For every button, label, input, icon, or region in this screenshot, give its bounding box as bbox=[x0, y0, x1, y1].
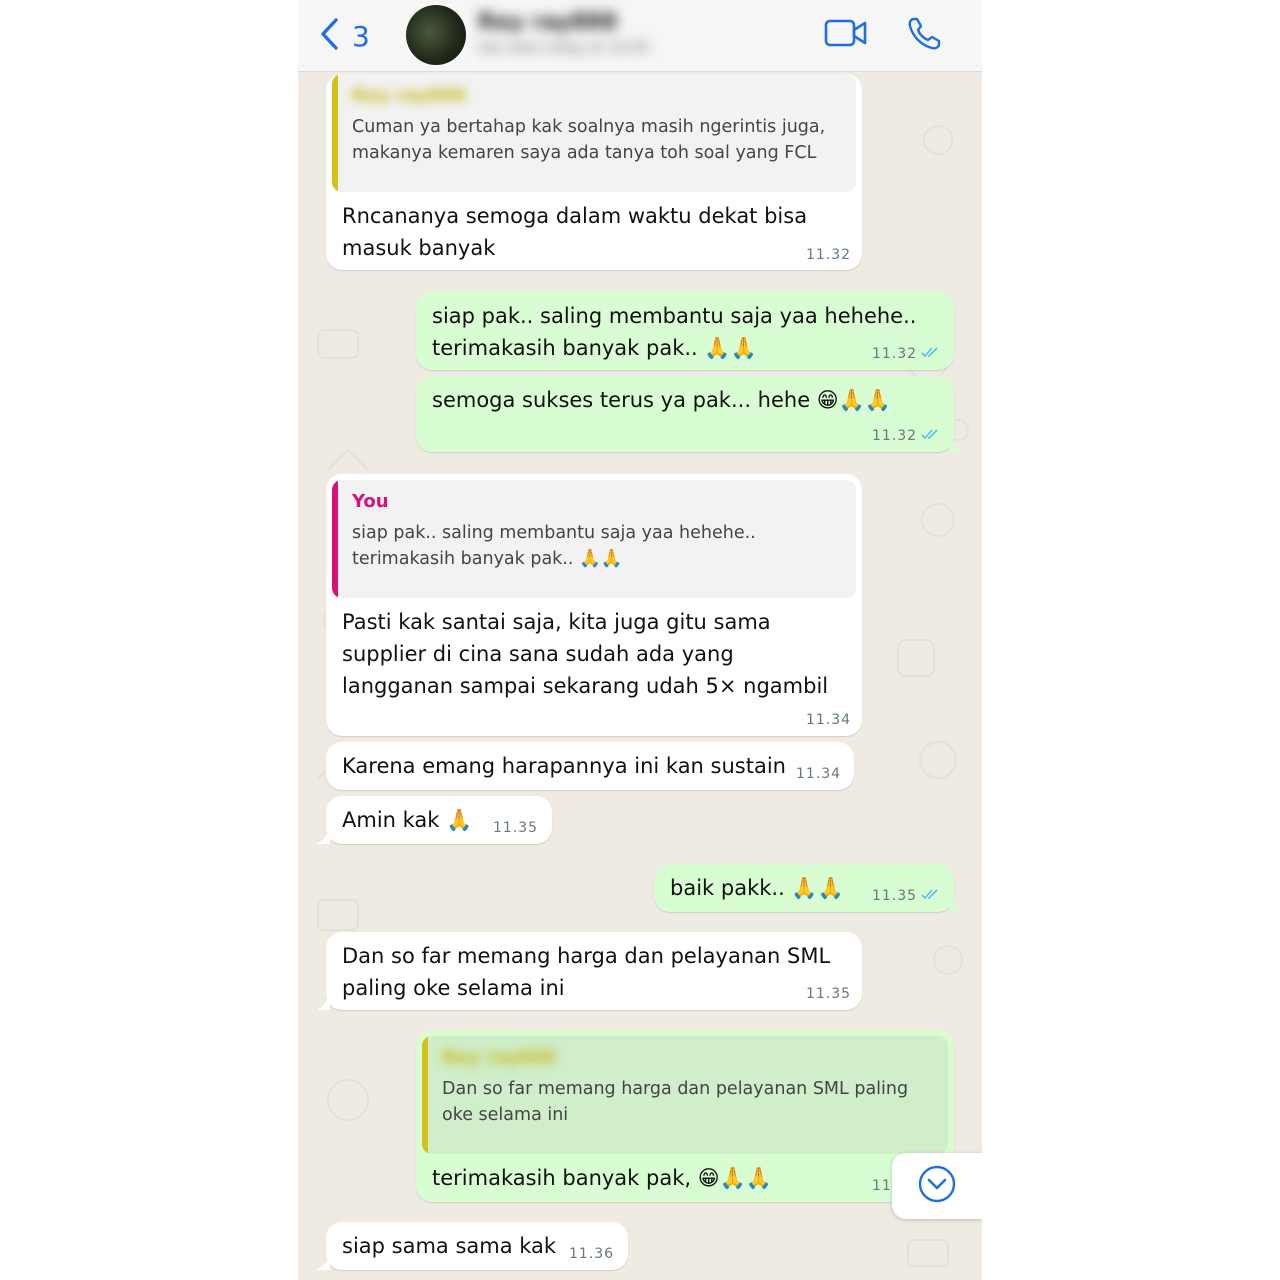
double-check-icon bbox=[921, 888, 941, 904]
quoted-message[interactable]: Rey ray888 Cuman ya bertahap kak soalnya… bbox=[332, 74, 856, 192]
message-text: Dan so far memang harga dan pelayanan SM… bbox=[342, 944, 831, 1000]
quote-author: You bbox=[352, 491, 389, 512]
message-incoming[interactable]: siap sama sama kak 11.36 bbox=[316, 1222, 628, 1270]
message-text: semoga sukses terus ya pak... hehe 😁🙏🙏 bbox=[432, 388, 891, 412]
message-time-wrap: 11.32 bbox=[872, 428, 941, 444]
quote-author: Rey ray888 bbox=[442, 1047, 556, 1068]
video-call-button[interactable] bbox=[824, 16, 868, 50]
message-text: Amin kak 🙏 bbox=[342, 808, 473, 832]
message-incoming[interactable]: You siap pak.. saling membantu saja yaa … bbox=[326, 474, 862, 736]
message-time: 11.34 bbox=[796, 766, 842, 782]
back-button[interactable]: 3 bbox=[318, 16, 370, 56]
message-time: 11.36 bbox=[569, 1246, 615, 1262]
message-time: 11.32 bbox=[872, 346, 918, 362]
quote-text: siap pak.. saling membantu saja yaa hehe… bbox=[352, 523, 756, 569]
quote-bar bbox=[332, 480, 338, 598]
message-outgoing[interactable]: Rey ray888 Dan so far memang harga dan p… bbox=[416, 1030, 954, 1202]
message-incoming[interactable]: Amin kak 🙏 11.35 bbox=[316, 796, 552, 844]
message-time: 11 bbox=[872, 1178, 892, 1194]
bubble-tail bbox=[950, 436, 964, 452]
double-check-icon bbox=[921, 346, 941, 362]
quoted-message[interactable]: Rey ray888 Dan so far memang harga dan p… bbox=[422, 1036, 948, 1154]
message-text: baik pakk.. 🙏🙏 bbox=[670, 876, 844, 900]
contact-name[interactable]: Rey ray888 bbox=[478, 10, 617, 35]
chevron-left-icon bbox=[318, 16, 342, 56]
message-outgoing[interactable]: baik pakk.. 🙏🙏 11.35 bbox=[654, 864, 964, 912]
chevron-down-circle-icon bbox=[917, 1164, 957, 1208]
voice-call-button[interactable] bbox=[906, 16, 942, 52]
phone-icon bbox=[906, 16, 942, 52]
contact-status: last seen today at 10.00 bbox=[478, 40, 649, 56]
message-time: 11.35 bbox=[806, 986, 852, 1002]
message-time: 11.35 bbox=[493, 820, 539, 836]
avatar[interactable] bbox=[406, 5, 466, 65]
video-camera-icon bbox=[824, 16, 868, 50]
message-text: Rncananya semoga dalam waktu dekat bisa … bbox=[342, 204, 808, 260]
message-time: 11.32 bbox=[872, 428, 918, 444]
double-check-icon bbox=[921, 428, 941, 444]
message-time: 11.35 bbox=[872, 888, 918, 904]
message-time-wrap: 11.32 bbox=[872, 346, 941, 362]
message-incoming[interactable]: Dan so far memang harga dan pelayanan SM… bbox=[316, 932, 862, 1010]
message-outgoing[interactable]: siap pak.. saling membantu saja yaa hehe… bbox=[416, 292, 954, 370]
bubble-tail bbox=[316, 1254, 330, 1270]
bubble-tail bbox=[950, 896, 964, 912]
chat-screen: 3 Rey ray888 last seen today at 10.00 Re… bbox=[298, 0, 982, 1280]
message-outgoing[interactable]: semoga sukses terus ya pak... hehe 😁🙏🙏 1… bbox=[416, 376, 964, 452]
quoted-message[interactable]: You siap pak.. saling membantu saja yaa … bbox=[332, 480, 856, 598]
message-text: terimakasih banyak pak, 😁🙏🙏 bbox=[432, 1166, 772, 1190]
unread-count: 3 bbox=[352, 19, 370, 53]
message-text: siap sama sama kak bbox=[342, 1234, 557, 1258]
message-time-wrap: 11.35 bbox=[872, 888, 941, 904]
message-incoming[interactable]: Karena emang harapannya ini kan sustain … bbox=[326, 742, 854, 790]
quote-text: Cuman ya bertahap kak soalnya masih nger… bbox=[352, 117, 826, 163]
quote-bar bbox=[422, 1036, 428, 1154]
chat-header: 3 Rey ray888 last seen today at 10.00 bbox=[298, 0, 982, 72]
quote-text: Dan so far memang harga dan pelayanan SM… bbox=[442, 1079, 909, 1125]
message-time: 11.34 bbox=[806, 712, 852, 728]
quote-bar bbox=[332, 74, 338, 192]
message-incoming[interactable]: Rey ray888 Cuman ya bertahap kak soalnya… bbox=[326, 74, 862, 270]
message-time: 11.32 bbox=[806, 247, 852, 263]
quote-author: Rey ray888 bbox=[352, 85, 466, 106]
scroll-to-bottom-button[interactable] bbox=[892, 1153, 982, 1219]
message-text: siap pak.. saling membantu saja yaa hehe… bbox=[432, 304, 917, 360]
bubble-tail bbox=[316, 994, 330, 1010]
message-text: Karena emang harapannya ini kan sustain bbox=[342, 754, 786, 778]
message-text: Pasti kak santai saja, kita juga gitu sa… bbox=[342, 610, 829, 698]
bubble-tail bbox=[316, 828, 330, 844]
